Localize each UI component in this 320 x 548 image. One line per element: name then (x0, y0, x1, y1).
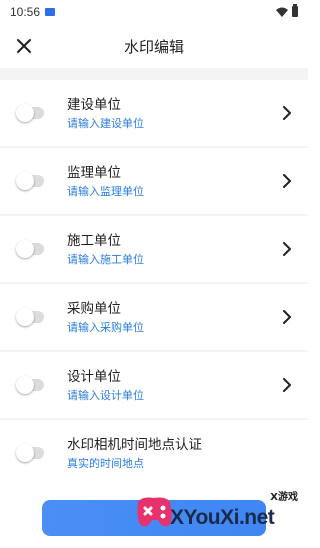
toggle-knob (16, 172, 34, 190)
item-label: 施工单位 (67, 233, 121, 249)
item-hint[interactable]: 请输入采购单位 (67, 320, 144, 336)
list-item-contractor[interactable]: 施工单位 请输入施工单位 (0, 216, 308, 282)
wifi-icon (276, 7, 288, 17)
list-item-construction[interactable]: 建设单位 请输入建设单位 (0, 80, 308, 146)
close-icon[interactable] (14, 36, 34, 56)
status-icons (276, 4, 298, 17)
item-hint[interactable]: 请输入监理单位 (67, 184, 144, 200)
watermark-field-list: 建设单位 请输入建设单位 监理单位 请输入监理单位 施工单位 请输入施工单位 采… (0, 68, 308, 486)
list-item-procurement[interactable]: 采购单位 请输入采购单位 (0, 284, 308, 350)
item-hint: 真实的时间地点 (67, 457, 144, 470)
item-label: 监理单位 (67, 165, 121, 181)
status-bar: 10:56 (0, 0, 308, 24)
item-hint[interactable]: 请输入施工单位 (67, 252, 144, 268)
toggle-knob (16, 376, 34, 394)
list-item-camera-auth[interactable]: 水印相机时间地点认证 真实的时间地点 (0, 420, 308, 486)
header: 水印编辑 (0, 24, 308, 68)
watermark-brand: XYouXi.net (170, 506, 275, 529)
item-label: 建设单位 (67, 97, 121, 113)
page-title: 水印编辑 (123, 37, 184, 56)
toggle-switch[interactable] (16, 308, 44, 326)
item-hint[interactable]: 请输入建设单位 (67, 116, 144, 132)
toggle-switch[interactable] (16, 444, 44, 462)
item-hint[interactable]: 请输入设计单位 (67, 388, 144, 404)
chevron-right-icon[interactable] (282, 106, 292, 120)
watermark-tag: X游戏 (270, 492, 298, 503)
item-label: 水印相机时间地点认证 (67, 437, 202, 453)
toggle-switch[interactable] (16, 240, 44, 258)
toggle-knob (16, 104, 34, 122)
notification-icon (45, 8, 56, 16)
toggle-switch[interactable] (16, 376, 44, 394)
site-watermark: XYouXi.net X游戏 (132, 488, 302, 538)
chevron-right-icon[interactable] (282, 242, 292, 256)
toggle-switch[interactable] (16, 172, 44, 190)
battery-icon (292, 4, 298, 17)
item-label: 采购单位 (67, 301, 121, 317)
chevron-right-icon[interactable] (282, 378, 292, 392)
chevron-right-icon[interactable] (282, 174, 292, 188)
item-label: 设计单位 (67, 369, 121, 385)
status-time: 10:56 (10, 5, 41, 19)
toggle-knob (16, 308, 34, 326)
toggle-knob (16, 240, 34, 258)
list-item-supervision[interactable]: 监理单位 请输入监理单位 (0, 148, 308, 214)
list-item-design[interactable]: 设计单位 请输入设计单位 (0, 352, 308, 418)
toggle-knob (16, 444, 34, 462)
chevron-right-icon[interactable] (282, 310, 292, 324)
toggle-switch[interactable] (16, 104, 44, 122)
